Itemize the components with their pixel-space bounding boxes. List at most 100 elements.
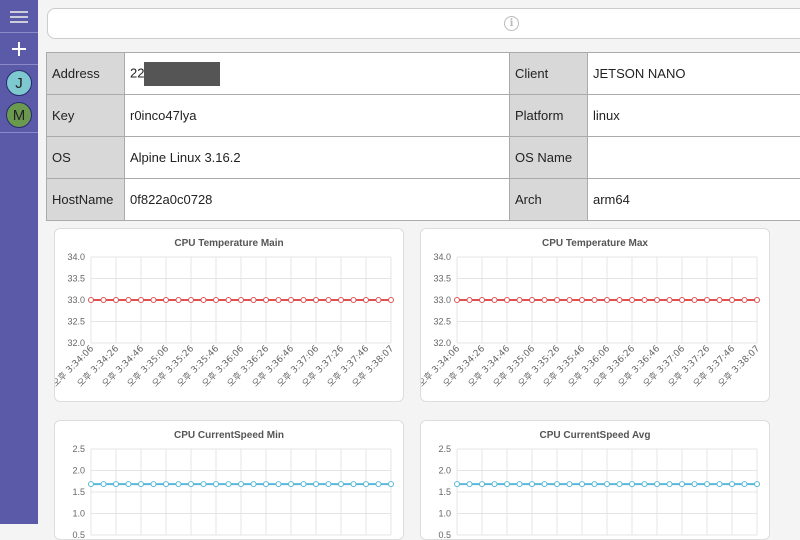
data-point <box>480 298 485 303</box>
data-point <box>326 298 331 303</box>
data-point <box>505 298 510 303</box>
address-text: 22 <box>130 65 144 80</box>
data-point <box>376 298 381 303</box>
table-row: Key r0inco47lya Platform linux <box>47 95 800 137</box>
data-point <box>314 482 319 487</box>
data-point <box>276 298 281 303</box>
data-point <box>264 298 269 303</box>
key-label: Key <box>47 95 125 137</box>
sidebar-divider <box>0 32 38 33</box>
chart-title: CPU Temperature Main <box>174 238 283 249</box>
data-point <box>126 482 131 487</box>
chart-svg: CPU Temperature Max34.033.533.032.532.0오… <box>421 229 769 401</box>
chart-title: CPU CurrentSpeed Min <box>174 430 284 441</box>
address-label: Address <box>47 53 125 95</box>
avatar-user-m[interactable]: M <box>6 102 32 128</box>
data-point <box>189 298 194 303</box>
y-tick-label: 33.0 <box>433 295 451 305</box>
data-point <box>705 482 710 487</box>
data-point <box>201 482 206 487</box>
y-tick-label: 33.5 <box>433 274 451 284</box>
table-row: OS Alpine Linux 3.16.2 OS Name <box>47 137 800 179</box>
sidebar-divider <box>0 64 38 65</box>
data-point <box>314 298 319 303</box>
data-point <box>164 482 169 487</box>
sidebar: J M <box>0 0 38 524</box>
chart-cpu-currentspeed-min: CPU CurrentSpeed Min2.52.01.51.00.5 <box>54 420 404 540</box>
y-tick-label: 33.0 <box>67 295 85 305</box>
data-point <box>139 482 144 487</box>
data-point <box>592 482 597 487</box>
data-point <box>680 298 685 303</box>
data-point <box>655 298 660 303</box>
data-point <box>555 298 560 303</box>
client-label: Client <box>510 53 588 95</box>
hamburger-icon[interactable] <box>0 2 38 32</box>
y-tick-label: 0.5 <box>438 530 451 539</box>
data-point <box>226 482 231 487</box>
data-point <box>530 482 535 487</box>
y-tick-label: 1.0 <box>72 509 85 519</box>
platform-value: linux <box>588 95 800 137</box>
data-point <box>301 482 306 487</box>
table-row: HostName 0f822a0c0728 Arch arm64 <box>47 179 800 221</box>
avatar-user-j[interactable]: J <box>6 70 32 96</box>
data-point <box>89 482 94 487</box>
y-tick-label: 1.5 <box>72 487 85 497</box>
data-point <box>680 482 685 487</box>
data-point <box>376 482 381 487</box>
data-point <box>742 298 747 303</box>
data-point <box>530 298 535 303</box>
data-point <box>139 298 144 303</box>
data-point <box>126 298 131 303</box>
hostname-label: HostName <box>47 179 125 221</box>
platform-label: Platform <box>510 95 588 137</box>
data-point <box>226 298 231 303</box>
data-point <box>580 298 585 303</box>
data-point <box>492 298 497 303</box>
table-row: Address 22 Client JETSON NANO <box>47 53 800 95</box>
data-point <box>455 482 460 487</box>
chart-title: CPU Temperature Max <box>542 238 648 249</box>
data-point <box>339 298 344 303</box>
data-point <box>667 298 672 303</box>
y-tick-label: 32.0 <box>67 338 85 348</box>
data-point <box>101 298 106 303</box>
y-tick-label: 32.5 <box>67 317 85 327</box>
data-point <box>239 482 244 487</box>
os-label: OS <box>47 137 125 179</box>
y-tick-label: 0.5 <box>72 530 85 539</box>
chart-svg: CPU CurrentSpeed Min2.52.01.51.00.5 <box>55 421 403 539</box>
data-point <box>89 298 94 303</box>
y-tick-label: 33.5 <box>67 274 85 284</box>
data-point <box>605 298 610 303</box>
data-point <box>617 482 622 487</box>
data-point <box>176 482 181 487</box>
data-point <box>467 482 472 487</box>
data-point <box>364 482 369 487</box>
data-point <box>351 298 356 303</box>
data-point <box>214 298 219 303</box>
data-point <box>517 298 522 303</box>
data-point <box>580 482 585 487</box>
plus-icon[interactable] <box>0 34 38 64</box>
y-tick-label: 32.0 <box>433 338 451 348</box>
data-point <box>730 298 735 303</box>
data-point <box>339 482 344 487</box>
y-tick-label: 32.5 <box>433 317 451 327</box>
data-point <box>717 482 722 487</box>
top-bar: i <box>47 8 800 39</box>
data-point <box>251 482 256 487</box>
y-tick-label: 2.5 <box>72 444 85 454</box>
chart-cpu-temperature-main: CPU Temperature Main34.033.533.032.532.0… <box>54 228 404 402</box>
data-point <box>492 482 497 487</box>
data-point <box>630 298 635 303</box>
data-point <box>467 298 472 303</box>
info-icon[interactable]: i <box>504 16 519 31</box>
data-point <box>692 298 697 303</box>
address-value: 22 <box>125 53 510 95</box>
data-point <box>755 482 760 487</box>
data-point <box>542 298 547 303</box>
data-point <box>114 482 119 487</box>
data-point <box>755 298 760 303</box>
